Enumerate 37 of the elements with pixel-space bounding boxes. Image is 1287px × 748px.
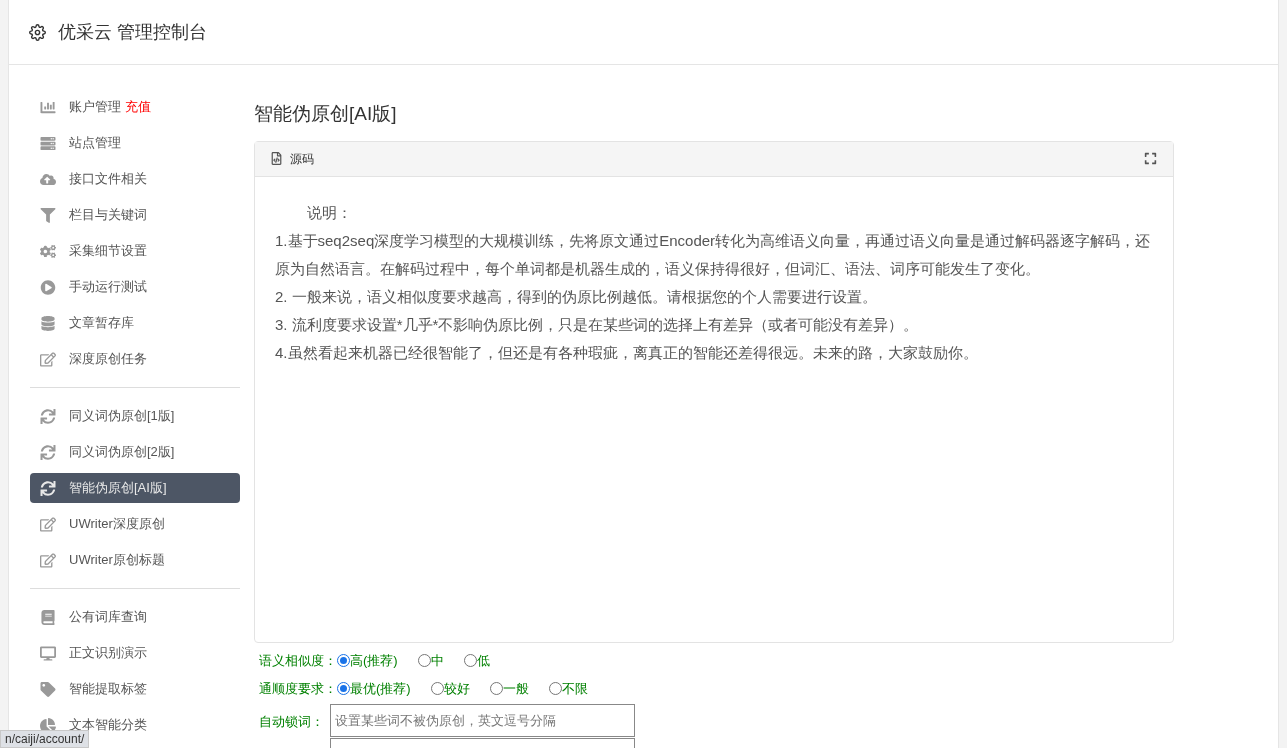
sidebar-item[interactable]: 账户管理 充值 (30, 92, 240, 122)
note-text: 3. 流利度要求设置*几乎*不影响伪原比例，只是在某些词的选择上有差异（或者可能没有差异）。 (275, 314, 920, 335)
sidebar-item[interactable]: 公有词库查询 (30, 602, 240, 632)
note-text: 1.基于seq2seq深度学习模型的大规模训练，先将原文通过Encoder转化为高维语义向量，再通过语义向量是通过解码器逐字解码，还原为自然语言。在解码过程中，每个单词都是机器生成的，语义保持得很好，但词汇、语法、词序可能发生了变化。 (275, 230, 1151, 279)
radio-option[interactable]: 最优(推荐) (337, 678, 411, 699)
sidebar-item[interactable]: 文章暂存库 (30, 308, 240, 338)
note-text: 2. 一般来说，语义相似度要求越高，得到的伪原比例越低。请根据您的个人需要进行设置。 (275, 286, 878, 307)
sidebar-item[interactable]: UWriter深度原创 (30, 509, 240, 539)
sidebar-item[interactable]: 栏目与关键词 (30, 200, 240, 230)
sidebar-item[interactable]: 同义词伪原创[1版] (30, 401, 240, 431)
page-title: 智能伪原创[AI版] (254, 102, 398, 126)
input-field[interactable]: 设置某些词不被伪原创，英文逗号分隔 (330, 703, 635, 737)
status-url: n/caiji/account/ (0, 730, 90, 748)
radio-option[interactable]: 低 (463, 650, 490, 671)
app-title: 优采云 管理控制台 (58, 20, 207, 44)
source-tab[interactable]: 源码 (290, 149, 314, 168)
field-label: 通顺度要求： (259, 679, 337, 698)
sidebar-item[interactable]: 手动运行测试 (30, 272, 240, 302)
sidebar-item[interactable]: 智能伪原创[AI版] (30, 473, 240, 503)
sidebar-item[interactable]: UWriter原创标题 (30, 545, 240, 575)
note-text: 4.虽然看起来机器已经很智能了，但还是有各种瑕疵，离真正的智能还差得很远。未来的路，大家鼓励你。 (275, 342, 979, 363)
sidebar-item[interactable]: 站点管理 (30, 128, 240, 158)
field-label: 语义相似度： (259, 651, 337, 670)
sidebar-item[interactable]: 同义词伪原创[2版] (30, 437, 240, 467)
sidebar-item[interactable]: 深度原创任务 (30, 344, 240, 374)
sidebar-item[interactable]: 采集细节设置 (30, 236, 240, 266)
recharge-link[interactable]: 充值 (125, 97, 151, 117)
radio-option[interactable]: 高(推荐) (337, 650, 398, 671)
radio-option[interactable]: 较好 (430, 678, 470, 699)
sidebar-item[interactable]: 接口文件相关 (30, 164, 240, 194)
field-label: 自动锁词： (259, 712, 325, 731)
radio-option[interactable]: 不限 (548, 678, 588, 699)
notes-heading: 说明： (306, 202, 353, 223)
radio-option[interactable]: 中 (417, 650, 444, 671)
radio-option[interactable]: 一般 (489, 678, 529, 699)
sidebar-item[interactable]: 正文识别演示 (30, 638, 240, 668)
sidebar-item[interactable]: 智能提取标签 (30, 674, 240, 704)
